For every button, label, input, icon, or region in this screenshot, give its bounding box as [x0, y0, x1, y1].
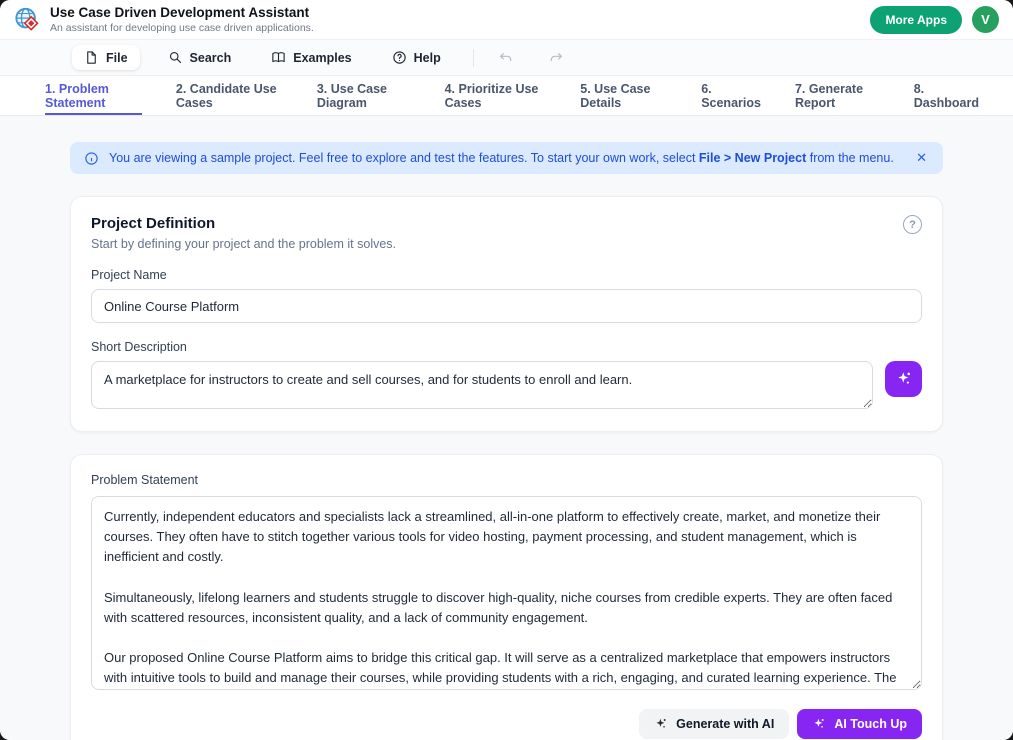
user-avatar[interactable]: V — [972, 6, 999, 33]
generate-with-ai-button[interactable]: Generate with AI — [639, 709, 789, 739]
toolbar-item-search[interactable]: Search — [156, 45, 244, 70]
tab-candidate-use-cases[interactable]: 2. Candidate Use Cases — [176, 76, 283, 115]
book-icon — [271, 50, 286, 65]
tab-dashboard[interactable]: 8. Dashboard — [914, 76, 979, 115]
tab-generate-report[interactable]: 7. Generate Report — [795, 76, 880, 115]
project-name-input[interactable] — [91, 289, 922, 323]
ai-touch-up-button[interactable]: AI Touch Up — [797, 709, 922, 739]
app-header: Use Case Driven Development Assistant An… — [0, 0, 1013, 40]
redo-button[interactable] — [538, 46, 574, 70]
redo-icon — [548, 50, 564, 66]
problem-statement-label: Problem Statement — [91, 473, 922, 487]
app-subtitle: An assistant for developing use case dri… — [50, 22, 314, 34]
search-icon — [168, 50, 183, 65]
sparkles-icon — [654, 717, 668, 731]
generate-with-ai-label: Generate with AI — [676, 717, 774, 731]
ai-touch-up-label: AI Touch Up — [834, 717, 907, 731]
toolbar-item-label: Search — [190, 51, 232, 65]
banner-close-icon[interactable]: ✕ — [914, 150, 929, 166]
problem-statement-card: Problem Statement Currently, independent… — [70, 454, 943, 740]
sparkles-icon — [812, 717, 826, 731]
project-name-label: Project Name — [91, 268, 922, 282]
toolbar-item-label: Examples — [293, 51, 351, 65]
undo-button[interactable] — [488, 46, 524, 70]
tab-prioritize-use-cases[interactable]: 4. Prioritize Use Cases — [445, 76, 547, 115]
app-title: Use Case Driven Development Assistant — [50, 5, 314, 21]
toolbar-item-examples[interactable]: Examples — [259, 45, 363, 70]
app-logo-icon — [14, 7, 40, 33]
tab-problem-statement[interactable]: 1. Problem Statement — [45, 76, 142, 115]
banner-text-bold: File > New Project — [699, 151, 806, 165]
step-tabbar: 1. Problem Statement 2. Candidate Use Ca… — [0, 76, 1013, 116]
project-definition-card: Project Definition Start by defining you… — [70, 196, 943, 432]
info-icon — [84, 151, 99, 166]
sample-project-banner: You are viewing a sample project. Feel f… — [70, 142, 943, 174]
toolbar-item-file[interactable]: File — [72, 45, 140, 70]
tab-use-case-diagram[interactable]: 3. Use Case Diagram — [317, 76, 411, 115]
toolbar-item-help[interactable]: Help — [380, 45, 453, 70]
undo-icon — [498, 50, 514, 66]
card-title: Project Definition — [91, 215, 396, 232]
card-subtitle: Start by defining your project and the p… — [91, 237, 396, 251]
toolbar: File Search Examples Help — [0, 40, 1013, 76]
header-titles: Use Case Driven Development Assistant An… — [50, 5, 314, 35]
more-apps-button[interactable]: More Apps — [870, 6, 962, 34]
tab-use-case-details[interactable]: 5. Use Case Details — [580, 76, 667, 115]
help-icon — [392, 50, 407, 65]
toolbar-item-label: File — [106, 51, 128, 65]
problem-statement-textarea[interactable]: Currently, independent educators and spe… — [91, 496, 922, 690]
app-window: Use Case Driven Development Assistant An… — [0, 0, 1013, 740]
short-description-label: Short Description — [91, 340, 922, 354]
main-content: You are viewing a sample project. Feel f… — [0, 116, 1013, 740]
short-description-textarea[interactable]: A marketplace for instructors to create … — [91, 361, 873, 409]
card-help-icon[interactable]: ? — [903, 215, 922, 234]
tab-scenarios[interactable]: 6. Scenarios — [701, 76, 761, 115]
toolbar-item-label: Help — [414, 51, 441, 65]
ai-generate-description-button[interactable] — [885, 361, 922, 397]
file-icon — [84, 50, 99, 65]
banner-text: You are viewing a sample project. Feel f… — [109, 151, 894, 165]
toolbar-divider — [473, 49, 474, 67]
sparkles-icon — [895, 370, 913, 388]
